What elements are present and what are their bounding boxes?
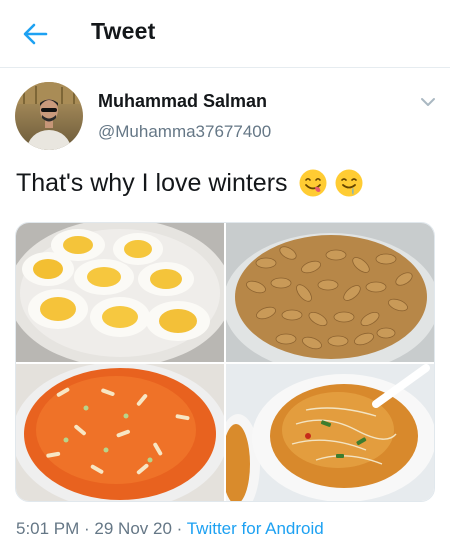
peanuts-photo[interactable] [226, 223, 434, 362]
gajar-halwa-photo[interactable] [16, 364, 224, 501]
separator-dot: · [171, 519, 187, 538]
top-app-bar: Tweet [0, 0, 450, 68]
page-title: Tweet [91, 18, 156, 44]
yum-face-emoji [299, 169, 327, 197]
soup-photo[interactable] [226, 364, 434, 501]
tweet-text-content: That's why I love winters [16, 168, 288, 197]
chevron-down-icon [421, 98, 435, 106]
tweet-date: 29 Nov 20 [94, 519, 172, 538]
separator-dot: · [79, 519, 95, 538]
boiled-eggs-photo[interactable] [16, 223, 224, 362]
tweet-time: 5:01 PM [16, 519, 80, 538]
drooling-face-emoji [335, 169, 363, 197]
avatar[interactable] [15, 82, 83, 150]
media-divider-horizontal [16, 362, 434, 364]
tweet-text: That's why I love winters [16, 168, 364, 198]
author-display-name[interactable]: Muhammad Salman [98, 91, 267, 112]
author-handle[interactable]: @Muhamma37677400 [98, 122, 271, 142]
tweet-timestamp: 5:01 PM · 29 Nov 20 · Twitter for Androi… [16, 519, 324, 539]
tweet-media-grid [15, 222, 435, 502]
tweet-source-link[interactable]: Twitter for Android [187, 519, 324, 538]
avatar-image [15, 82, 83, 150]
back-button[interactable] [20, 20, 50, 48]
tweet-options-button[interactable] [418, 92, 438, 112]
arrow-left-icon [23, 23, 48, 45]
